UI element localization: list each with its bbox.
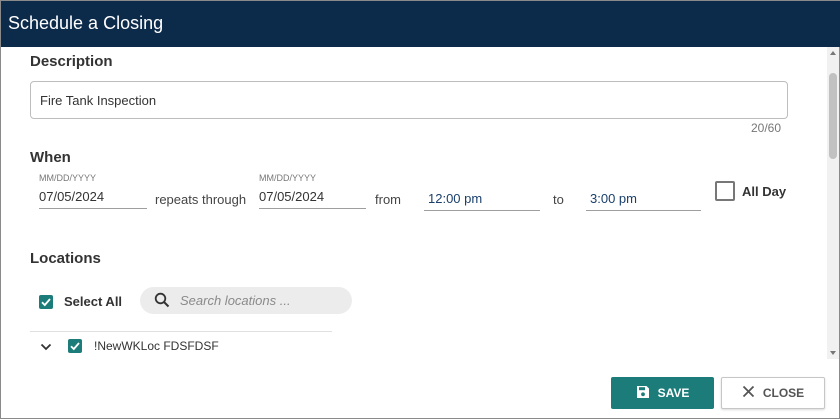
dialog-title: Schedule a Closing [8,13,164,33]
scroll-down-icon[interactable] [830,351,836,355]
description-field[interactable] [30,81,788,119]
location-search-input[interactable] [180,287,348,314]
schedule-closing-dialog: Schedule a Closing Description 20/60 Whe… [0,0,840,419]
save-icon [636,385,650,402]
close-icon [742,385,755,401]
save-button-label: SAVE [657,386,690,400]
scrollbar-thumb[interactable] [829,73,837,159]
all-day-checkbox[interactable] [715,181,735,201]
start-date-format-hint: MM/DD/YYYY [39,173,97,183]
end-date-field[interactable]: 07/05/2024 [259,185,366,209]
end-date-format-hint: MM/DD/YYYY [259,173,317,183]
select-all-label: Select All [64,294,123,309]
dialog-titlebar: Schedule a Closing [1,1,840,47]
select-all-checkbox[interactable] [39,295,53,309]
description-input[interactable] [31,82,787,118]
location-search[interactable] [140,287,352,314]
when-label: When [30,149,71,166]
close-button[interactable]: CLOSE [721,377,825,409]
location-item-label: !NewWKLoc FDSFDSF [94,339,219,353]
locations-divider [30,331,332,332]
checkmark-icon [70,342,80,351]
to-time-field[interactable]: 3:00 pm [586,187,701,211]
checkmark-icon [41,298,51,307]
start-date-field[interactable]: 07/05/2024 [39,185,147,209]
to-label: to [553,192,564,207]
content-scrollbar[interactable] [827,47,839,359]
all-day-label: All Day [742,184,787,199]
from-label: from [375,192,401,207]
locations-label: Locations [30,250,101,267]
scroll-up-icon[interactable] [830,51,836,55]
from-time-field[interactable]: 12:00 pm [424,187,540,211]
search-icon [154,292,170,313]
close-button-label: CLOSE [762,386,805,400]
location-item-checkbox[interactable] [68,339,82,353]
description-char-counter: 20/60 [751,121,782,135]
chevron-down-icon[interactable] [40,339,52,357]
dialog-content: Description 20/60 When MM/DD/YYYY 07/05/… [1,47,840,359]
repeats-through-label: repeats through [155,192,247,207]
save-button[interactable]: SAVE [611,377,714,409]
description-label: Description [30,53,113,70]
